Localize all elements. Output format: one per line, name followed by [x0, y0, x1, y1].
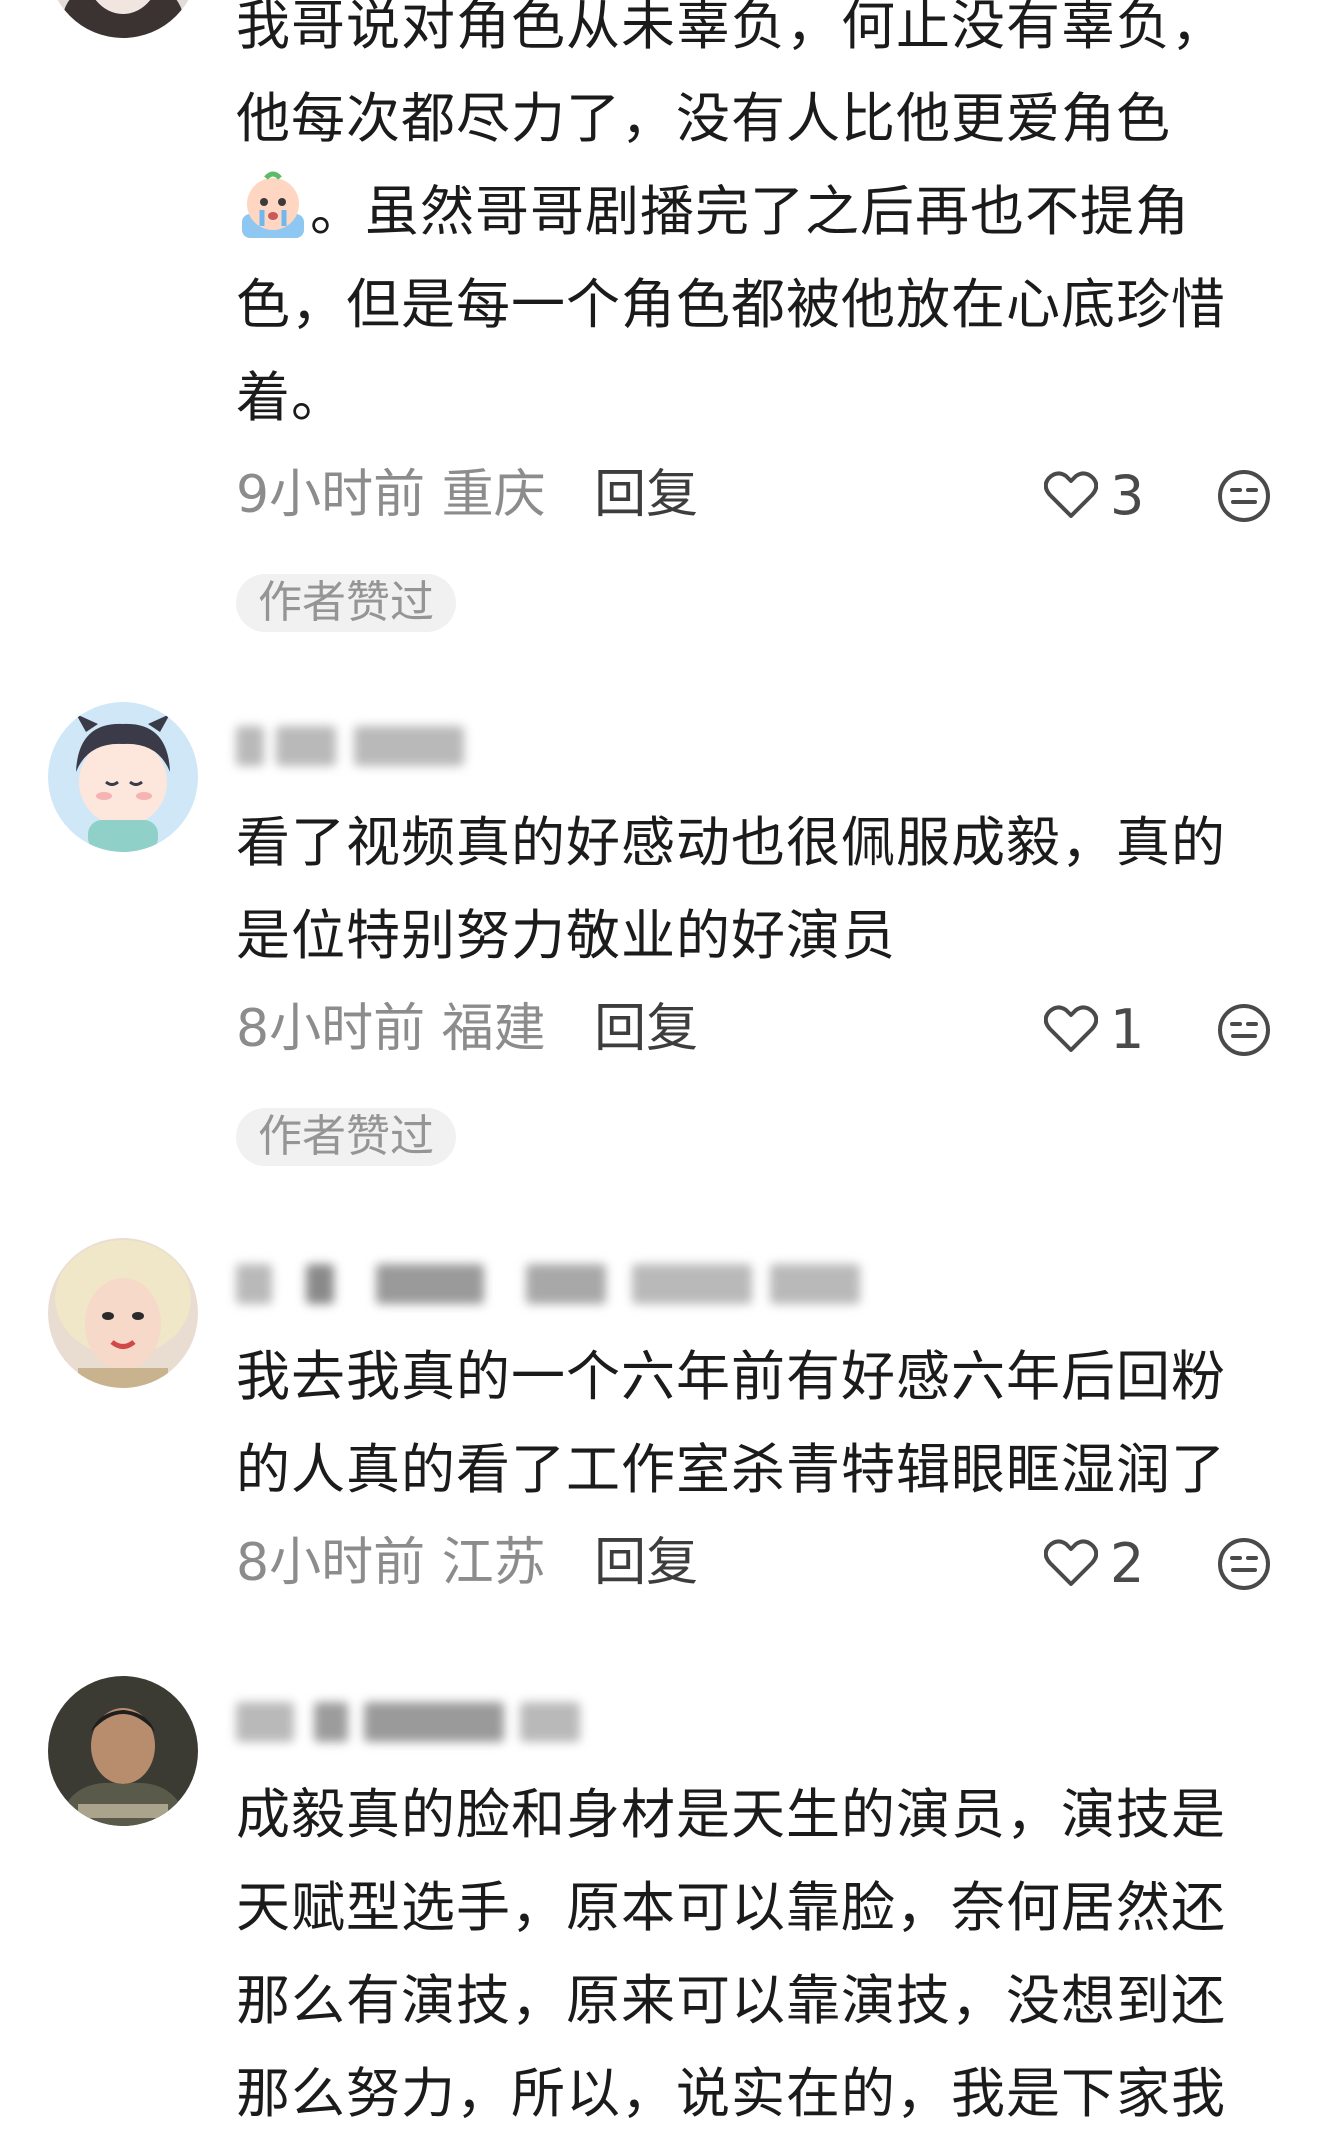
smile-face-icon	[1218, 470, 1270, 522]
comment-location: 江苏	[441, 1533, 546, 1593]
reply-button[interactable]: 回复	[594, 465, 698, 525]
comment-meta: 8小时前 江苏 回复	[236, 1528, 698, 1598]
commenter-name-blurred[interactable]	[236, 712, 756, 776]
commenter-name-blurred[interactable]	[236, 1688, 756, 1752]
like-count: 3	[1110, 463, 1145, 527]
commenter-name-blurred[interactable]	[236, 1250, 936, 1314]
heart-outline-icon	[1044, 471, 1098, 518]
author-liked-badge: 作者赞过	[236, 574, 456, 632]
emoji-reaction-button[interactable]	[1216, 1002, 1272, 1058]
author-liked-badge: 作者赞过	[236, 1108, 456, 1166]
crying-emoji	[236, 170, 310, 244]
heart-outline-icon	[1044, 1539, 1098, 1586]
smile-face-icon	[1218, 1538, 1270, 1590]
comment-text: 我去我真的一个六年前有好感六年后回粉 的人真的看了工作室杀青特辑眼眶湿润了	[236, 1345, 1226, 1501]
like-count: 2	[1110, 1531, 1145, 1595]
comment-text: 看了视频真的好感动也很佩服成毅，真的 是位特别努力敬业的好演员	[236, 811, 1226, 967]
like-button[interactable]: 2	[1044, 1528, 1144, 1598]
like-button[interactable]: 3	[1044, 460, 1144, 530]
comment-time: 9小时前	[236, 465, 426, 525]
commenter-avatar[interactable]	[48, 1238, 198, 1388]
reply-button[interactable]: 回复	[594, 1533, 698, 1593]
commenter-avatar[interactable]	[48, 702, 198, 852]
comment-time: 8小时前	[236, 1533, 426, 1593]
emoji-reaction-button[interactable]	[1216, 468, 1272, 524]
comment-meta: 8小时前 福建 回复	[236, 994, 698, 1064]
comment-text: 我哥说对角色从未辜负，何止没有辜负， 他每次都尽力了，没有人比他更爱角色 。虽然…	[236, 0, 1226, 429]
comment-location: 重庆	[441, 465, 546, 525]
comment-text: 成毅真的脸和身材是天生的演员，演技是 天赋型选手，原本可以靠脸，奈何居然还 那么…	[236, 1783, 1226, 2125]
comment-meta: 9小时前 重庆 回复	[236, 460, 698, 530]
commenter-avatar[interactable]	[48, 0, 198, 38]
comment-time: 8小时前	[236, 999, 426, 1059]
heart-outline-icon	[1044, 1005, 1098, 1052]
smile-face-icon	[1218, 1004, 1270, 1056]
comment-location: 福建	[441, 999, 546, 1059]
reply-button[interactable]: 回复	[594, 999, 698, 1059]
like-button[interactable]: 1	[1044, 994, 1144, 1064]
emoji-reaction-button[interactable]	[1216, 1536, 1272, 1592]
commenter-avatar[interactable]	[48, 1676, 198, 1826]
like-count: 1	[1110, 997, 1145, 1061]
